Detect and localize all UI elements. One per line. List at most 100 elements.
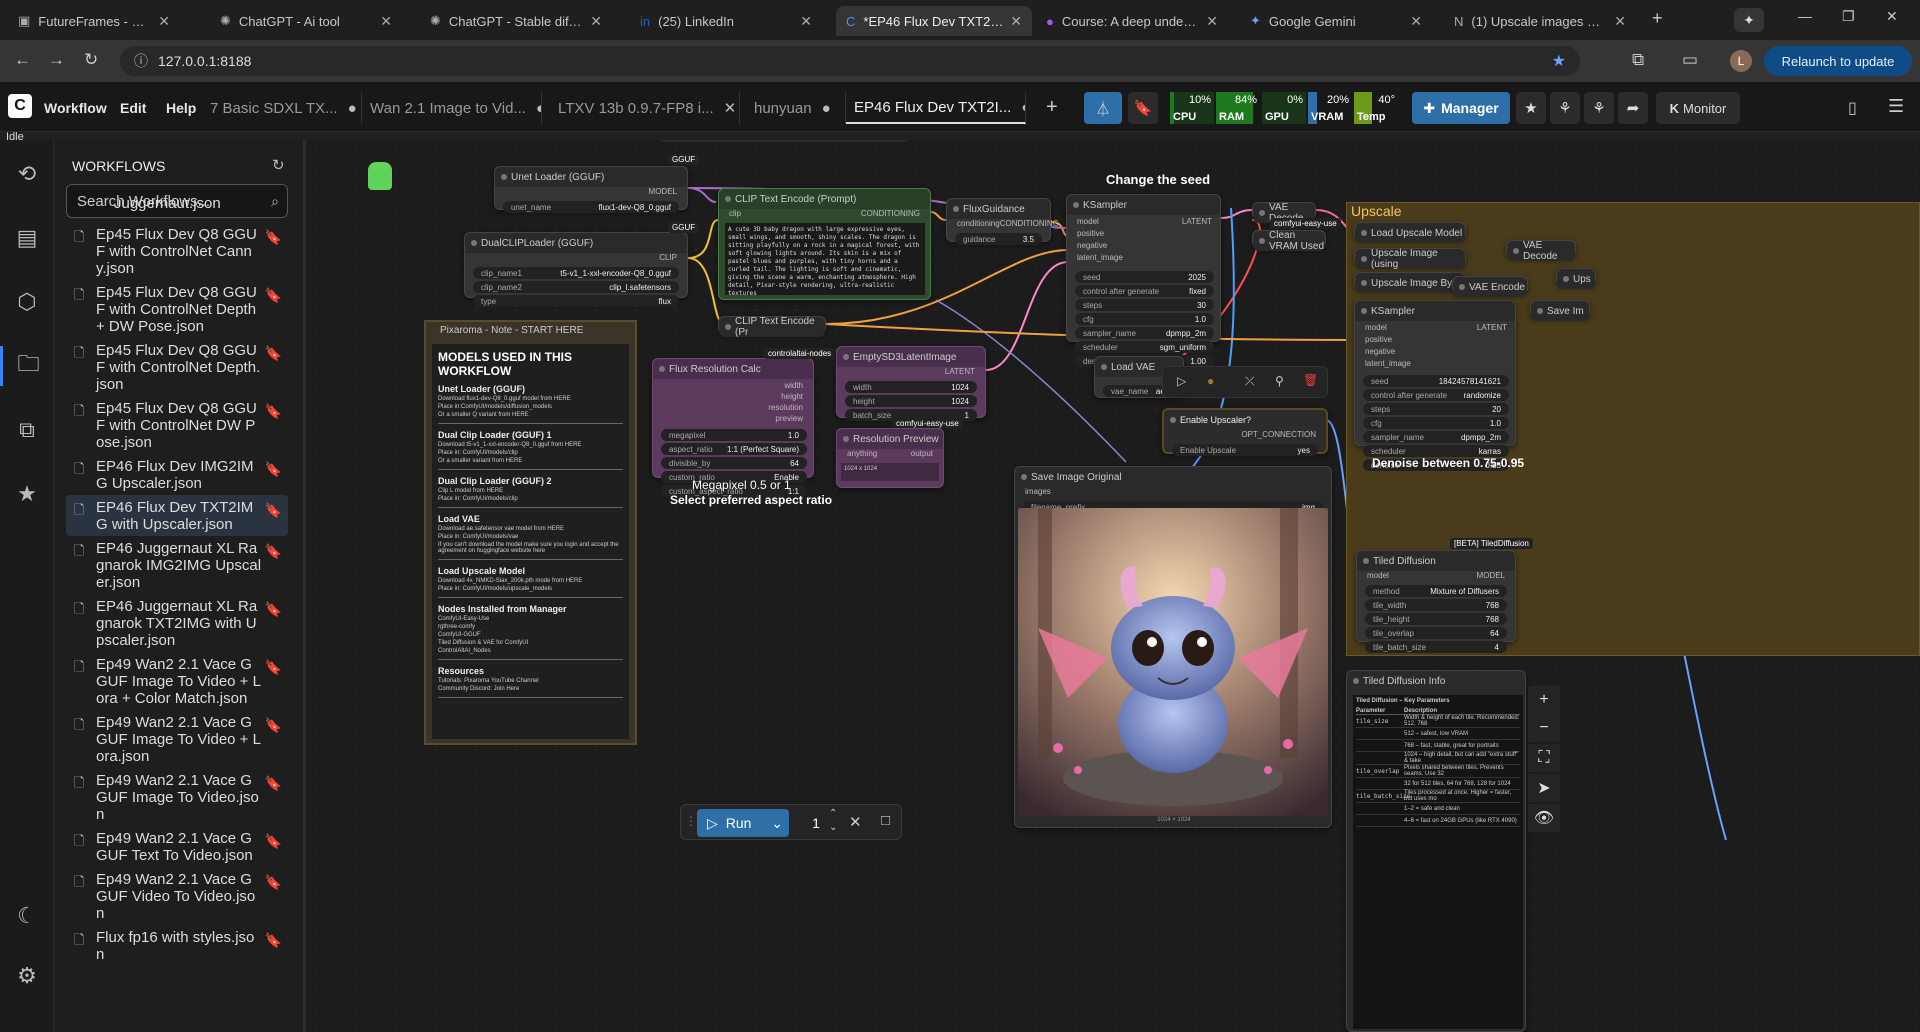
socket-latent_image[interactable]: latent_image: [1067, 253, 1222, 265]
widget-tile_width[interactable]: tile_width 768: [1365, 599, 1507, 611]
workflow-item[interactable]: 🗋 Ep45 Flux Dev Q8 GGUF with ControlNet C…: [66, 222, 288, 280]
workflow-item[interactable]: 🗋 Ep49 Wan2 2.1 Vace GGUF Image To Video …: [66, 710, 288, 768]
generated-image[interactable]: [1018, 508, 1328, 816]
close-tab-icon[interactable]: ✕: [1614, 13, 1626, 30]
output-resolution[interactable]: resolution: [713, 403, 813, 414]
menu-edit[interactable]: Edit: [120, 100, 146, 116]
widget-aspect_ratio[interactable]: aspect_ratio 1:1 (Perfect Square): [661, 443, 807, 455]
profile-avatar[interactable]: L: [1730, 50, 1752, 72]
gemini-sparkle-icon[interactable]: ✦: [1734, 8, 1764, 32]
menu-help[interactable]: Help: [166, 100, 196, 116]
bookmark-star-icon[interactable]: ★: [1552, 51, 1566, 71]
bookmark-icon[interactable]: 🔖: [262, 458, 282, 478]
play-icon[interactable]: ▷: [1177, 374, 1186, 388]
widget-megapixel[interactable]: megapixel 1.0: [661, 429, 807, 441]
widget-steps[interactable]: steps 20: [1363, 403, 1509, 415]
bookmark-icon[interactable]: 🔖: [262, 871, 282, 891]
unet-name-widget[interactable]: unet_name flux1-dev-Q8_0.gguf: [503, 201, 679, 213]
workflow-tab-wan[interactable]: Wan 2.1 Image to Vid...●: [362, 92, 542, 124]
node-vae-decode-2[interactable]: VAE Decode: [1506, 240, 1576, 262]
reload-icon[interactable]: ↻: [84, 50, 98, 70]
hamburger-menu-icon[interactable]: ☰: [1888, 96, 1904, 117]
workflow-item[interactable]: 🗋 Flux fp16 with styles.json 🔖: [66, 925, 288, 966]
node-tiled-diffusion-info[interactable]: Tiled Diffusion Info Tiled Diffusion – K…: [1346, 670, 1526, 1032]
bookmark-icon[interactable]: 🔖: [262, 714, 282, 734]
node-upscale-image-using[interactable]: Upscale Image (using: [1354, 248, 1466, 270]
socket-positive[interactable]: positive: [1067, 229, 1222, 241]
select-mode-icon[interactable]: ➤: [1528, 774, 1560, 802]
delete-icon[interactable]: 🗑: [1303, 373, 1318, 387]
socket-negative[interactable]: negative: [1355, 347, 1517, 359]
widget-tile_batch_size[interactable]: tile_batch_size 4: [1365, 641, 1507, 653]
node-fix-icon[interactable]: ⚘: [1584, 92, 1614, 124]
widget-divisible_by[interactable]: divisible_by 64: [661, 457, 807, 469]
close-tab-icon[interactable]: ✕: [590, 13, 602, 30]
type-widget[interactable]: type flux: [473, 295, 679, 307]
close-window-icon[interactable]: ✕: [1886, 8, 1898, 25]
node-flux-guidance[interactable]: FluxGuidance conditioning CONDITIONING gu…: [946, 198, 1059, 245]
new-tab-icon[interactable]: +: [1652, 8, 1663, 29]
history-icon[interactable]: ⟲: [0, 154, 54, 194]
bookmark-icon[interactable]: 🔖: [262, 540, 282, 560]
browser-tab-futureframes[interactable]: ▣FutureFrames - Free Wee✕: [8, 6, 180, 36]
workflow-tab-sdxl[interactable]: 7 Basic SDXL TX... ●: [202, 92, 362, 124]
close-tab-icon[interactable]: ✕: [1010, 13, 1022, 30]
widget-control-after-generate[interactable]: control after generate randomize: [1363, 389, 1509, 401]
clip-name2-widget[interactable]: clip_name2 clip_l.safetensors: [473, 281, 679, 293]
node-wizard-icon[interactable]: ⚘: [1550, 92, 1580, 124]
browser-tab-gemini[interactable]: ✦ Google Gemini ✕: [1240, 6, 1432, 36]
socket-model[interactable]: model LATENT: [1355, 323, 1517, 335]
widget-control-after-generate[interactable]: control after generate fixed: [1075, 285, 1214, 297]
workflow-item[interactable]: 🗋 EP46 Juggernaut XL Ragnarok IMG2IMG Ups…: [66, 536, 288, 594]
widget-method[interactable]: method Mixture of Diffusers: [1365, 585, 1507, 597]
socket-model[interactable]: model LATENT: [1067, 217, 1222, 229]
workflow-item[interactable]: 🗋 Ep45 Flux Dev Q8 GGUF with ControlNet D…: [66, 338, 288, 396]
workflow-item[interactable]: 🗋 EP46 Flux Dev IMG2IMG Upscaler.json 🔖: [66, 454, 288, 495]
queue-count-input[interactable]: 1: [799, 809, 833, 837]
widget-scheduler[interactable]: scheduler sgm_uniform: [1075, 341, 1214, 353]
node-library-icon[interactable]: ⬡: [0, 282, 54, 322]
menu-workflow[interactable]: Workflow: [44, 100, 107, 116]
queue-list-icon[interactable]: ▤: [0, 218, 54, 258]
node-dualclip-loader[interactable]: DualCLIPLoader (GGUF) CLIP clip_name1 t5-…: [464, 232, 688, 307]
node-enable-upscaler[interactable]: Enable Upscaler? OPT_CONNECTION Enable U…: [1162, 408, 1328, 456]
workflow-item[interactable]: 🗋 Ep45 Flux Dev Q8 GGUF with ControlNet D…: [66, 280, 288, 338]
browser-tab-notion[interactable]: N (1) Upscale images worki ✕: [1444, 6, 1636, 36]
node-resolution-preview[interactable]: Resolution Preview anything output 1024 x…: [836, 428, 944, 488]
refresh-icon[interactable]: ↻: [272, 156, 285, 174]
workflow-item[interactable]: 🗋 Ep45 Flux Dev Q8 GGUF with ControlNet D…: [66, 396, 288, 454]
queue-icon[interactable]: ⏃: [1084, 92, 1122, 124]
widget-cfg[interactable]: cfg 1.0: [1363, 417, 1509, 429]
star-icon[interactable]: ★: [1516, 92, 1546, 124]
close-tab-icon[interactable]: ✕: [800, 13, 812, 30]
cancel-icon[interactable]: ✕: [849, 813, 862, 831]
node-tiled-diffusion[interactable]: Tiled Diffusion model MODEL method Mixture…: [1356, 550, 1516, 653]
bookmark-icon[interactable]: 🔖: [262, 929, 282, 949]
node-note-start-here[interactable]: Pixaroma - Note - START HERE MODELS USED…: [424, 320, 637, 745]
socket-latent_image[interactable]: latent_image: [1355, 359, 1517, 371]
node-ups-partial[interactable]: Ups: [1556, 268, 1596, 289]
widget-cfg[interactable]: cfg 1.0: [1075, 313, 1214, 325]
widget-tile_overlap[interactable]: tile_overlap 64: [1365, 627, 1507, 639]
manager-button[interactable]: ✚ Manager: [1412, 92, 1510, 124]
extensions-icon[interactable]: ⧉: [1632, 50, 1644, 70]
bookmark-icon[interactable]: 🔖: [262, 656, 282, 676]
node-save-image-upscaled[interactable]: Save Im: [1530, 300, 1590, 321]
close-tab-icon[interactable]: ✕: [1206, 13, 1218, 30]
bookmark-icon[interactable]: 🔖: [262, 598, 282, 618]
workflow-tab-hunyuan[interactable]: hunyuan ●: [746, 92, 846, 124]
minimize-icon[interactable]: —: [1798, 8, 1812, 24]
node-unet-loader[interactable]: Unet Loader (GGUF) MODEL unet_name flux1-…: [494, 166, 688, 213]
run-button[interactable]: ▷ Run ⌄: [697, 809, 789, 837]
workflows-folder-icon[interactable]: 🗀: [0, 346, 54, 386]
node-clip-text-encode[interactable]: CLIP Text Encode (Prompt) clip CONDITIONI…: [718, 188, 931, 300]
browser-tab-chatgpt-sd[interactable]: ✺ ChatGPT - Stable diffusio ✕: [420, 6, 612, 36]
workflow-tab-ep46[interactable]: EP46 Flux Dev TXT2I...●: [846, 92, 1026, 124]
fit-view-icon[interactable]: ⛶: [1528, 744, 1560, 772]
node-clip-text-encode-negative[interactable]: CLIP Text Encode (Pr: [718, 316, 826, 338]
stop-icon[interactable]: □: [881, 812, 890, 829]
output-height[interactable]: height: [713, 392, 813, 403]
widget-sampler_name[interactable]: sampler_name dpmpp_2m: [1075, 327, 1214, 339]
bookmark-icon[interactable]: 🔖: [262, 284, 282, 304]
guidance-widget[interactable]: guidance 3.5: [955, 233, 1042, 245]
